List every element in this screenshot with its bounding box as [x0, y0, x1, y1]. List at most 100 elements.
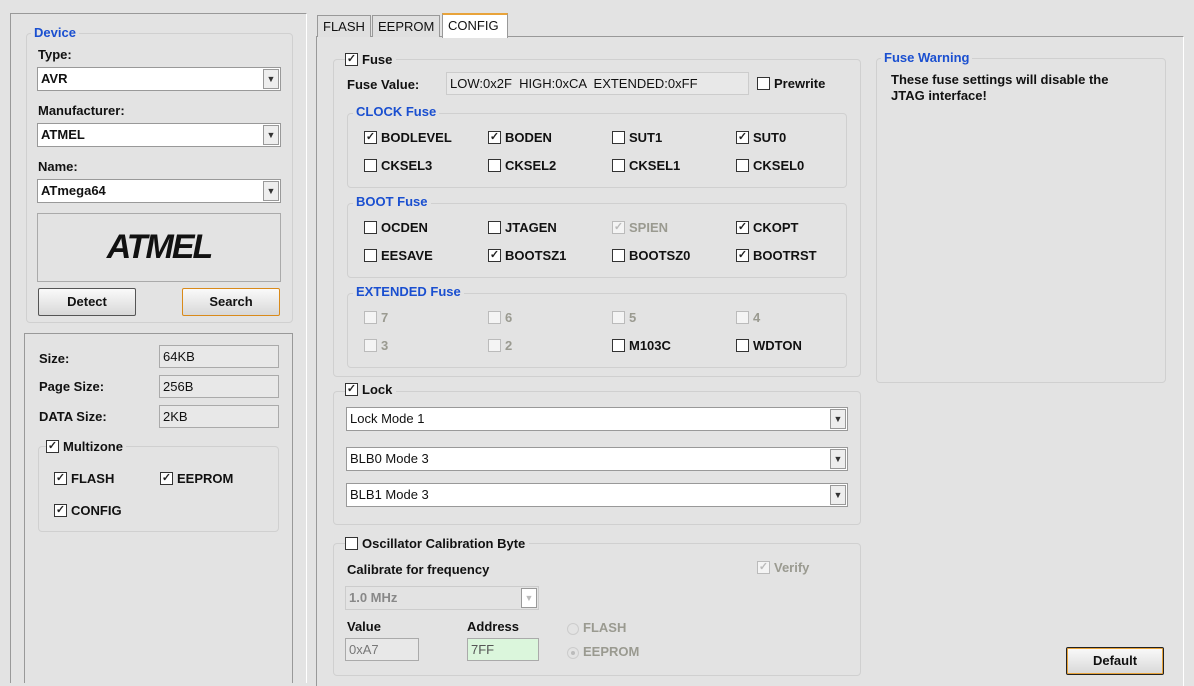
zone-config-checkbox[interactable]: ✓ CONFIG	[54, 503, 122, 518]
check-icon: ✓	[736, 131, 749, 144]
fuse-bit-label: SUT1	[629, 130, 663, 145]
blb1-select[interactable]: BLB1 Mode 3 ▼	[346, 483, 848, 507]
fuse-bit-label: BOOTSZ0	[629, 248, 691, 263]
checkbox-box	[488, 339, 501, 352]
checkbox-box	[364, 249, 377, 262]
size-value: 64KB	[159, 345, 279, 368]
osc-checkbox[interactable]: Oscillator Calibration Byte	[345, 536, 530, 551]
zone-eeprom-checkbox[interactable]: ✓ EEPROM	[160, 471, 233, 486]
blb0-select[interactable]: BLB0 Mode 3 ▼	[346, 447, 848, 471]
check-icon: ✓	[612, 221, 625, 234]
fuse-bit-checkbox[interactable]: CKSEL2	[488, 158, 556, 173]
device-title: Device	[31, 25, 79, 40]
fuse-bit-label: BOOTRST	[753, 248, 817, 263]
fuse-bit-label: SUT0	[753, 130, 787, 145]
fuse-bit-checkbox[interactable]: ✓ CKOPT	[736, 220, 799, 235]
fuse-bit-label: CKSEL2	[505, 158, 557, 173]
fuse-bit-checkbox[interactable]: ✓ BODLEVEL	[364, 130, 452, 145]
checkbox-box	[488, 221, 501, 234]
checkbox-box	[488, 311, 501, 324]
manufacturer-select[interactable]: ATMEL ▼	[37, 123, 281, 147]
fuse-bit-label: JTAGEN	[505, 220, 557, 235]
multizone-checkbox[interactable]: ✓ Multizone	[46, 439, 126, 454]
fuse-bit-checkbox[interactable]: JTAGEN	[488, 220, 557, 235]
value-field: 0xA7	[345, 638, 419, 661]
fuse-bit-checkbox[interactable]: ✓ BOOTSZ1	[488, 248, 566, 263]
fuse-subgroup	[347, 293, 847, 368]
fuse-bit-checkbox[interactable]: 4	[736, 310, 760, 325]
fuse-bit-checkbox[interactable]: 3	[364, 338, 388, 353]
check-icon: ✓	[757, 561, 770, 574]
zone-flash-checkbox[interactable]: ✓ FLASH	[54, 471, 114, 486]
fuse-bit-checkbox[interactable]: EESAVE	[364, 248, 433, 263]
detect-button[interactable]: Detect	[38, 288, 136, 316]
fuse-bit-checkbox[interactable]: 7	[364, 310, 388, 325]
check-icon: ✓	[54, 472, 67, 485]
chevron-down-icon: ▼	[830, 449, 846, 469]
fuse-bit-label: EESAVE	[381, 248, 433, 263]
fuse-bit-label: 5	[629, 310, 637, 325]
fuse-bit-checkbox[interactable]: CKSEL0	[736, 158, 804, 173]
fuse-bit-checkbox[interactable]: ✓ SUT0	[736, 130, 786, 145]
fuse-bit-checkbox[interactable]: 5	[612, 310, 636, 325]
fuse-checkbox[interactable]: ✓ Fuse	[345, 52, 397, 67]
fuse-bit-label: CKSEL3	[381, 158, 433, 173]
eeprom-radio-label: EEPROM	[583, 644, 640, 659]
fuse-bit-label: BODEN	[505, 130, 552, 145]
tab-flash[interactable]: FLASH	[317, 15, 371, 37]
lock-mode-select[interactable]: Lock Mode 1 ▼	[346, 407, 848, 431]
verify-checkbox[interactable]: ✓ Verify	[757, 560, 809, 575]
fuse-bit-checkbox[interactable]: OCDEN	[364, 220, 428, 235]
address-field[interactable]: 7FF	[467, 638, 539, 661]
flash-radio-label: FLASH	[583, 620, 627, 635]
check-icon: ✓	[736, 249, 749, 262]
fuse-bit-checkbox[interactable]: 2	[488, 338, 512, 353]
fuse-bit-checkbox[interactable]: BOOTSZ0	[612, 248, 690, 263]
prewrite-label: Prewrite	[774, 76, 826, 91]
fuse-bit-checkbox[interactable]: SUT1	[612, 130, 662, 145]
fuse-bit-label: CKSEL1	[629, 158, 681, 173]
fuse-bit-label: 7	[381, 310, 389, 325]
name-value: ATmega64	[41, 183, 106, 198]
eeprom-radio[interactable]: EEPROM	[567, 644, 639, 659]
page-size-value: 256B	[159, 375, 279, 398]
fuse-bit-label: CKSEL0	[753, 158, 805, 173]
fuse-bit-checkbox[interactable]: CKSEL1	[612, 158, 680, 173]
logo-text: ATMEL	[106, 228, 214, 266]
checkbox-box	[345, 537, 358, 550]
fuse-bit-checkbox[interactable]: WDTON	[736, 338, 802, 353]
default-button[interactable]: Default	[1066, 647, 1164, 675]
chevron-down-icon: ▼	[521, 588, 537, 608]
manufacturer-label: Manufacturer:	[38, 103, 125, 118]
tab-config[interactable]: CONFIG	[442, 13, 508, 38]
manufacturer-value: ATMEL	[41, 127, 85, 142]
freq-select[interactable]: 1.0 MHz ▼	[345, 586, 539, 610]
fuse-subgroup-title: EXTENDED Fuse	[353, 284, 464, 299]
fuse-bit-checkbox[interactable]: ✓ BOOTRST	[736, 248, 817, 263]
fuse-bit-checkbox[interactable]: M103C	[612, 338, 671, 353]
checkbox-box	[364, 311, 377, 324]
fuse-bit-checkbox[interactable]: CKSEL3	[364, 158, 432, 173]
fuse-warning-text: These fuse settings will disable the JTA…	[891, 72, 1109, 103]
checkbox-box	[488, 159, 501, 172]
checkbox-box	[736, 311, 749, 324]
prewrite-checkbox[interactable]: Prewrite	[757, 76, 825, 91]
freq-value: 1.0 MHz	[349, 590, 398, 605]
multizone-label: Multizone	[63, 439, 123, 454]
type-value: AVR	[41, 71, 68, 86]
fuse-bit-checkbox[interactable]: ✓ BODEN	[488, 130, 552, 145]
chevron-down-icon: ▼	[263, 69, 279, 89]
fuse-bit-checkbox[interactable]: ✓ SPIEN	[612, 220, 668, 235]
name-select[interactable]: ATmega64 ▼	[37, 179, 281, 203]
tab-eeprom[interactable]: EEPROM	[372, 15, 441, 37]
fuse-bit-checkbox[interactable]: 6	[488, 310, 512, 325]
radio-selected-icon	[567, 646, 579, 659]
checkbox-box	[612, 339, 625, 352]
checkbox-box	[736, 339, 749, 352]
type-select[interactable]: AVR ▼	[37, 67, 281, 91]
fuse-bit-label: OCDEN	[381, 220, 428, 235]
multizone-group	[38, 446, 279, 532]
search-button[interactable]: Search	[182, 288, 280, 316]
lock-checkbox[interactable]: ✓ Lock	[345, 382, 397, 397]
flash-radio[interactable]: FLASH	[567, 620, 626, 635]
